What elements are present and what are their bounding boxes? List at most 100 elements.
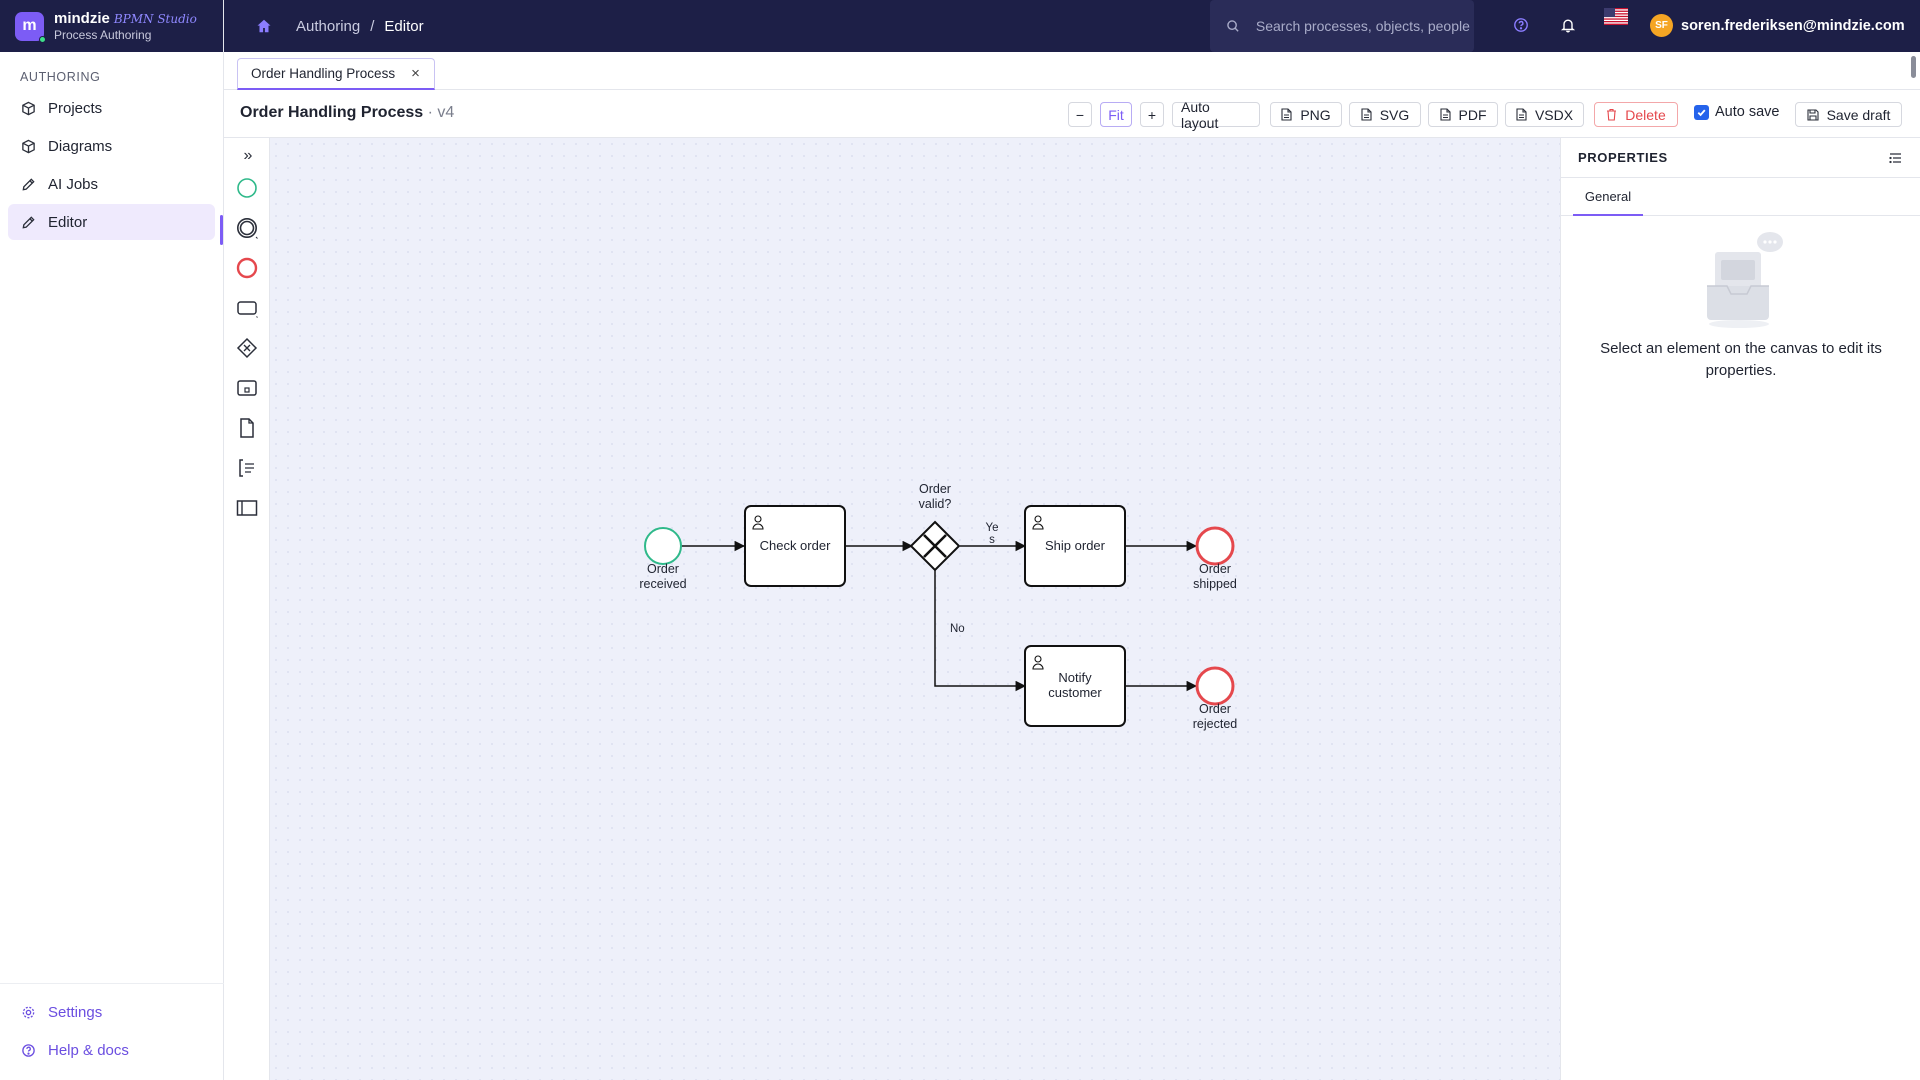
list-menu-icon[interactable] xyxy=(1889,152,1902,164)
empty-state-message: Select an element on the canvas to edit … xyxy=(1600,340,1882,379)
active-indicator xyxy=(220,215,223,245)
exclusive-gateway[interactable]: Order valid? xyxy=(909,482,961,572)
sidebar-item-label: Settings xyxy=(48,1003,103,1021)
auto-save-label: Auto save xyxy=(1715,104,1780,120)
button-label: SVG xyxy=(1379,106,1410,123)
end-event-tool[interactable] xyxy=(235,256,259,280)
breadcrumb-authoring[interactable]: Authoring xyxy=(296,18,360,35)
diagram-canvas[interactable]: Order received Check order Order valid? … xyxy=(270,138,1560,1080)
close-icon[interactable]: × xyxy=(411,65,420,82)
auto-save-toggle[interactable]: Auto save xyxy=(1694,104,1780,120)
sidebar-item-diagrams[interactable]: Diagrams xyxy=(8,128,215,164)
sidebar: m mindzie BPMN Studio Process Authoring A… xyxy=(0,0,224,1080)
scrollbar-thumb[interactable] xyxy=(1911,56,1916,78)
checkbox-checked[interactable] xyxy=(1694,104,1709,120)
document-tabs: Order Handling Process × xyxy=(224,52,1920,90)
section-label-authoring: AUTHORING xyxy=(20,70,101,84)
brand-logo[interactable]: m xyxy=(15,11,46,43)
flow-yes-label-1: Ye xyxy=(985,522,998,534)
end-event-label-2: shipped xyxy=(1193,577,1237,591)
sidebar-item-ai-jobs[interactable]: AI Jobs xyxy=(8,166,215,202)
sidebar-item-label: Projects xyxy=(48,99,103,117)
pencil-icon xyxy=(22,177,35,190)
tab-order-handling-process[interactable]: Order Handling Process × xyxy=(237,58,435,90)
user-menu[interactable]: SF soren.frederiksen@mindzie.com xyxy=(1650,14,1905,37)
editor-toolbar: Order Handling Process · v4 − Fit + Auto… xyxy=(224,90,1920,138)
intermediate-event-tool[interactable] xyxy=(235,216,259,240)
breadcrumb-separator: / xyxy=(370,17,375,35)
button-label: Auto layout xyxy=(1181,98,1219,131)
task-notify-customer[interactable]: Notify customer xyxy=(1024,645,1126,727)
properties-title: PROPERTIES xyxy=(1578,150,1668,165)
delete-button[interactable]: Delete xyxy=(1594,102,1678,127)
tab-general[interactable]: General xyxy=(1573,178,1643,216)
fit-button[interactable]: Fit xyxy=(1100,102,1132,127)
bpmn-diagram[interactable]: Order received Check order Order valid? … xyxy=(270,138,1560,1080)
button-label: VSDX xyxy=(1534,106,1574,123)
us-flag-icon[interactable] xyxy=(1604,8,1628,25)
help-circle-icon[interactable] xyxy=(1513,17,1529,33)
auto-layout-button[interactable]: Auto layout xyxy=(1172,99,1260,131)
brand-subtitle: Process Authoring xyxy=(54,27,152,42)
data-object-tool[interactable] xyxy=(235,416,259,440)
bell-icon[interactable] xyxy=(1560,17,1576,33)
top-navbar: Authoring / Editor SF soren.frederiksen@… xyxy=(224,0,1920,52)
intermediate-event-icon xyxy=(237,218,258,239)
sidebar-footer: Settings Help & docs xyxy=(0,983,224,1080)
gateway-label-1: Order xyxy=(919,482,951,496)
logo-letter: m xyxy=(22,17,37,34)
search-input[interactable] xyxy=(1255,18,1474,34)
sidebar-item-settings[interactable]: Settings xyxy=(8,994,216,1030)
task-label: Check order xyxy=(760,538,831,553)
brand-header: m mindzie BPMN Studio Process Authoring xyxy=(0,0,223,52)
export-pdf-button[interactable]: PDF xyxy=(1428,102,1498,127)
flow-no[interactable] xyxy=(934,570,1027,692)
start-event[interactable]: Order received xyxy=(639,527,687,591)
subprocess-tool[interactable] xyxy=(235,376,259,400)
pool-tool[interactable] xyxy=(235,496,259,520)
zoom-out-button[interactable]: − xyxy=(1068,102,1092,127)
end-event-label-1: Order xyxy=(1199,702,1231,716)
diagram-title-text: Order Handling Process xyxy=(240,104,424,121)
sidebar-item-help[interactable]: Help & docs xyxy=(8,1032,216,1068)
button-label: Delete xyxy=(1625,106,1666,123)
sidebar-item-projects[interactable]: Projects xyxy=(8,90,215,126)
pencil-icon xyxy=(22,215,35,228)
task-tool[interactable] xyxy=(235,296,259,320)
gateway-tool[interactable] xyxy=(235,336,259,360)
annotation-tool[interactable] xyxy=(235,456,259,480)
zoom-in-button[interactable]: + xyxy=(1140,102,1164,127)
palette-expand-button[interactable]: » xyxy=(236,144,260,168)
end-event-rejected[interactable]: Order rejected xyxy=(1193,666,1238,731)
file-icon xyxy=(1516,108,1527,121)
task-ship-order[interactable]: Ship order xyxy=(1024,505,1126,587)
task-label-2: customer xyxy=(1048,685,1102,700)
sidebar-item-label: Help & docs xyxy=(48,1041,129,1059)
start-event-tool[interactable] xyxy=(235,176,259,200)
brand-name: mindzie xyxy=(54,9,110,27)
export-svg-button[interactable]: SVG xyxy=(1349,102,1421,127)
task-check-order[interactable]: Check order xyxy=(744,505,846,587)
task-label: Ship order xyxy=(1045,538,1106,553)
sidebar-item-editor[interactable]: Editor xyxy=(8,204,215,240)
end-event-label-2: rejected xyxy=(1193,717,1238,731)
status-dot xyxy=(39,35,46,43)
gateway-label-2: valid? xyxy=(919,497,952,511)
start-event-label-1: Order xyxy=(647,562,679,576)
save-icon xyxy=(1807,108,1819,121)
breadcrumb-editor: Editor xyxy=(384,17,424,35)
export-png-button[interactable]: PNG xyxy=(1270,102,1342,127)
end-event-shipped[interactable]: Order shipped xyxy=(1193,526,1237,591)
save-draft-button[interactable]: Save draft xyxy=(1795,102,1902,127)
properties-tabs: General xyxy=(1561,178,1920,216)
user-email: soren.frederiksen@mindzie.com xyxy=(1681,17,1905,34)
brand-text: mindzie BPMN Studio Process Authoring xyxy=(54,10,197,43)
pool-icon xyxy=(236,500,258,516)
file-icon xyxy=(1439,108,1451,121)
file-icon xyxy=(1361,108,1372,121)
button-label: PDF xyxy=(1458,106,1487,123)
home-icon[interactable] xyxy=(256,18,272,34)
export-vsdx-button[interactable]: VSDX xyxy=(1505,102,1584,127)
gear-icon xyxy=(22,1006,35,1018)
search-box[interactable] xyxy=(1210,0,1474,52)
